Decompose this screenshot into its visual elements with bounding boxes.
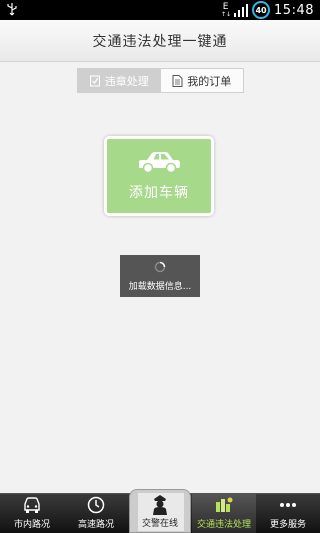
tab-label: 违章处理 [104, 74, 149, 88]
spinner-icon [154, 261, 166, 272]
more-icon [280, 503, 296, 507]
car-icon [139, 152, 180, 174]
nav-highway-traffic[interactable]: 高速路况 [64, 494, 128, 533]
page-title: 交通违法处理一键通 [92, 33, 228, 50]
nav-traffic-violation[interactable]: 交通违法处理 [192, 494, 256, 533]
tab-bar: 违章处理 我的订单 [77, 68, 244, 93]
nav-label: 交警在线 [141, 519, 178, 529]
tab-my-orders[interactable]: 我的订单 [160, 69, 243, 92]
document-icon [172, 74, 183, 87]
signal-icon [234, 3, 249, 17]
network-type: E ↑↓ [221, 1, 232, 18]
car-front-icon [24, 497, 40, 513]
nav-more-services[interactable]: 更多服务 [256, 494, 320, 533]
add-vehicle-label: 添加车辆 [129, 185, 189, 201]
checkbox-icon [89, 75, 100, 86]
violation-icon [216, 497, 233, 512]
title-bar: 交通违法处理一键通 [0, 20, 320, 62]
status-bar: E ↑↓ 40 15:48 [0, 0, 320, 20]
tab-label: 我的订单 [187, 74, 232, 88]
nav-city-traffic[interactable]: 市内路况 [0, 494, 64, 533]
clock-icon [87, 496, 105, 514]
loading-text: 加载数据信息... [128, 281, 192, 292]
add-vehicle-button[interactable]: 添加车辆 [104, 136, 214, 216]
nav-label: 更多服务 [269, 520, 306, 530]
nav-label: 市内路况 [13, 520, 50, 530]
battery-icon: 40 [252, 1, 271, 19]
nav-label: 交通违法处理 [196, 520, 251, 530]
nav-police-online[interactable]: 交警在线 [129, 489, 191, 533]
loading-toast: 加载数据信息... [120, 255, 200, 297]
clock: 15:48 [274, 2, 314, 18]
tab-violation-handling[interactable]: 违章处理 [78, 69, 161, 92]
nav-label: 高速路况 [77, 520, 114, 530]
police-icon [153, 495, 167, 515]
usb-icon [7, 3, 17, 16]
